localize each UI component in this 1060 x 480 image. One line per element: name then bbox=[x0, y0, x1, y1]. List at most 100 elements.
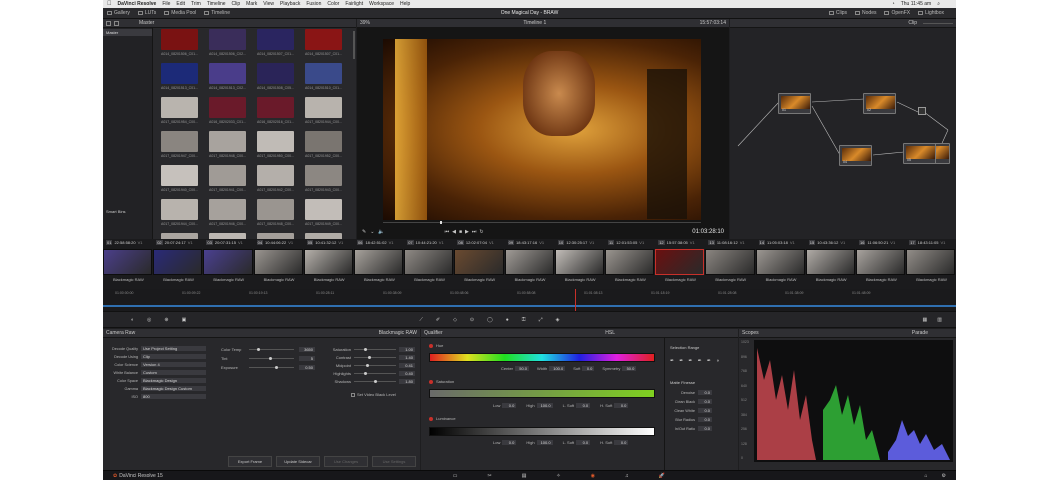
slider-knob[interactable] bbox=[368, 356, 371, 359]
qualifier-icon[interactable]: ✐ bbox=[436, 317, 440, 323]
clip-thumbnail[interactable] bbox=[209, 131, 246, 152]
menu-color[interactable]: Color bbox=[327, 1, 339, 7]
update-sidecar-button[interactable]: Update Sidecar bbox=[276, 456, 320, 467]
saturation-bar[interactable] bbox=[429, 389, 655, 398]
key-icon[interactable]: ⚿ bbox=[522, 317, 526, 323]
matte-value[interactable]: 0.0 bbox=[698, 408, 712, 413]
video-black-checkbox-row[interactable]: Set Video Black Level bbox=[351, 392, 396, 397]
timeline-clip[interactable] bbox=[705, 249, 755, 275]
hue-center-value[interactable]: 50.0 bbox=[515, 366, 530, 371]
list-view-icon[interactable] bbox=[106, 20, 111, 26]
slider-knob[interactable] bbox=[364, 372, 367, 375]
export-frame-button[interactable]: Export Frame bbox=[228, 456, 272, 467]
raw-param-value[interactable]: 0.50 bbox=[299, 365, 315, 370]
hue-soft-value[interactable]: 0.0 bbox=[582, 366, 595, 371]
magic-mask-icon[interactable]: ◯ bbox=[487, 317, 493, 323]
color-match-icon[interactable]: ◎ bbox=[147, 317, 151, 323]
menu-trim[interactable]: Trim bbox=[191, 1, 201, 7]
play-icon[interactable]: ▶ bbox=[465, 229, 469, 235]
clip-number[interactable]: 06 bbox=[357, 240, 364, 245]
picker-icon[interactable]: ✒ bbox=[670, 358, 674, 364]
matte-value[interactable]: 0.0 bbox=[698, 417, 712, 422]
raw-param-slider[interactable] bbox=[354, 348, 396, 351]
use-settings-button[interactable]: Use Settings bbox=[372, 456, 416, 467]
scrollbar[interactable] bbox=[353, 31, 355, 59]
clip-number[interactable]: 07 bbox=[407, 240, 414, 245]
timeline-clip[interactable] bbox=[805, 249, 855, 275]
clip-number[interactable]: 16 bbox=[859, 240, 866, 245]
3d-icon[interactable]: ◈ bbox=[556, 317, 560, 323]
clip-thumbnail[interactable] bbox=[257, 29, 294, 50]
clip-number[interactable]: 03 bbox=[206, 240, 213, 245]
clip-thumbnail[interactable] bbox=[161, 199, 198, 220]
raw-param-slider[interactable] bbox=[249, 348, 294, 351]
stop-icon[interactable]: ■ bbox=[459, 229, 462, 235]
matte-value[interactable]: 0.0 bbox=[698, 390, 712, 395]
step-back-icon[interactable]: ◀ bbox=[452, 229, 456, 235]
raw-param-slider[interactable] bbox=[354, 372, 396, 375]
tab-gallery[interactable]: Gallery bbox=[107, 10, 130, 16]
color-wheels-icon[interactable]: ⊕ bbox=[164, 317, 168, 323]
raw-setting-dropdown[interactable]: 800 bbox=[141, 394, 206, 399]
raw-param-value[interactable]: 1.80 bbox=[399, 379, 415, 384]
sat-label-row[interactable]: Saturation bbox=[429, 379, 454, 384]
clip-thumbnail[interactable] bbox=[257, 165, 294, 186]
qualifier-mode[interactable]: HSL bbox=[605, 330, 615, 336]
curves-icon[interactable]: ⟋ bbox=[419, 317, 423, 323]
clip-number[interactable]: 05 bbox=[306, 240, 314, 245]
luminance-bar[interactable] bbox=[429, 427, 655, 436]
blur-icon[interactable]: ● bbox=[506, 317, 509, 323]
clip-thumbnail[interactable] bbox=[305, 29, 342, 50]
lum-lsoft-value[interactable]: 0.0 bbox=[576, 440, 591, 445]
clip-thumbnail[interactable] bbox=[209, 63, 246, 84]
clip-number[interactable]: 15 bbox=[808, 240, 816, 245]
clip-thumbnail[interactable] bbox=[257, 97, 294, 118]
lum-label-row[interactable]: Luminance bbox=[429, 416, 456, 421]
clip-thumbnail[interactable] bbox=[161, 131, 198, 152]
dropdown-icon[interactable]: ⌄ bbox=[370, 229, 374, 235]
timeline-clip[interactable] bbox=[354, 249, 404, 275]
timeline-clip[interactable] bbox=[655, 249, 705, 275]
invert-icon[interactable]: ◑ bbox=[716, 358, 719, 364]
raw-setting-dropdown[interactable]: Blackmagic Design bbox=[141, 378, 206, 383]
clip-number[interactable]: 09 bbox=[507, 240, 515, 245]
slider-knob[interactable] bbox=[364, 348, 367, 351]
tab-nodes[interactable]: Nodes bbox=[855, 10, 876, 16]
bin-master[interactable]: Master bbox=[103, 29, 152, 36]
tab-media-pool[interactable]: Media Pool bbox=[164, 10, 196, 16]
lum-enable-icon[interactable] bbox=[429, 416, 433, 421]
menu-fusion[interactable]: Fusion bbox=[306, 1, 321, 7]
parallel-mixer-node[interactable] bbox=[918, 107, 926, 115]
clip-number[interactable]: 17 bbox=[909, 240, 916, 245]
tracker-icon[interactable]: ⊙ bbox=[470, 317, 474, 323]
video-track[interactable] bbox=[103, 305, 956, 307]
raw-param-slider[interactable] bbox=[249, 357, 294, 360]
slider-knob[interactable] bbox=[269, 357, 272, 360]
matte-value[interactable]: 0.0 bbox=[698, 399, 712, 404]
raw-param-value[interactable]: 0.40 bbox=[399, 371, 415, 376]
color-page-icon[interactable]: ◉ bbox=[591, 473, 595, 479]
raw-setting-dropdown[interactable]: Use Project Setting bbox=[141, 346, 206, 351]
clip-thumbnail[interactable] bbox=[305, 97, 342, 118]
node-zoom-slider[interactable] bbox=[923, 22, 953, 24]
last-frame-icon[interactable]: ⏭ bbox=[472, 229, 477, 235]
video-frame[interactable] bbox=[383, 39, 701, 220]
window-icon[interactable]: ◇ bbox=[453, 317, 457, 323]
mini-timeline[interactable]: 01:00:00:00 01:00:09:22 01:00:19:13 01:00:2… bbox=[103, 289, 956, 311]
hue-bar[interactable] bbox=[429, 353, 655, 362]
hue-width-value[interactable]: 100.0 bbox=[549, 366, 566, 371]
timeline-clip[interactable] bbox=[906, 249, 956, 275]
feather-plus-icon[interactable]: ✒ bbox=[707, 358, 711, 364]
clip-number[interactable]: 01 bbox=[106, 240, 113, 245]
raw-param-value[interactable]: 0.41 bbox=[399, 363, 415, 368]
feather-minus-icon[interactable]: ✒ bbox=[698, 358, 702, 364]
menu-playback[interactable]: Playback bbox=[280, 1, 300, 7]
timeline-clip[interactable] bbox=[504, 249, 554, 275]
clip-number[interactable]: 04 bbox=[256, 240, 264, 245]
matte-value[interactable]: 0.0 bbox=[698, 426, 712, 431]
fusion-page-icon[interactable]: ✧ bbox=[556, 473, 560, 479]
edit-page-icon[interactable]: ▤ bbox=[522, 473, 527, 479]
raw-param-value[interactable]: 5 bbox=[299, 356, 315, 361]
raw-param-slider[interactable] bbox=[354, 380, 396, 383]
tab-timeline[interactable]: Timeline bbox=[204, 10, 230, 16]
